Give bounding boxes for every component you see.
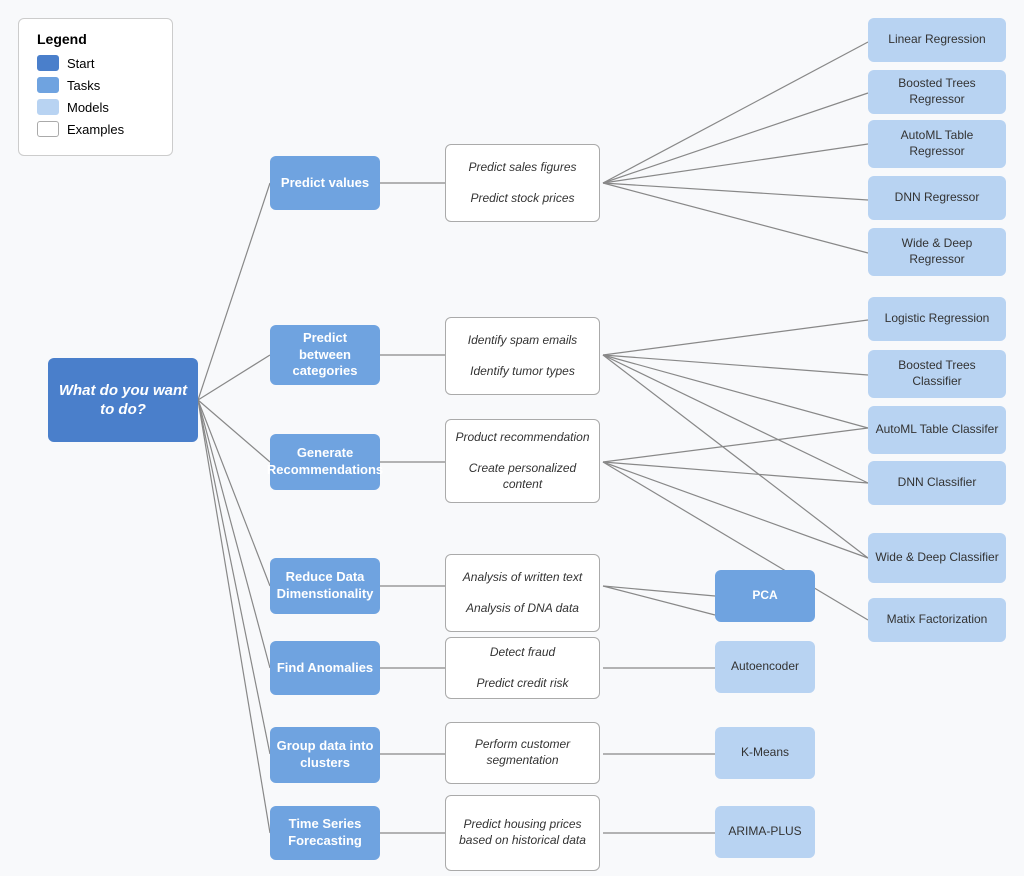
legend-color-tasks	[37, 77, 59, 93]
example-predict-sales: Predict sales figuresPredict stock price…	[445, 144, 600, 222]
model-matix-factorization[interactable]: Matix Factorization	[868, 598, 1006, 642]
legend-color-models	[37, 99, 59, 115]
example-housing: Predict housing prices based on historic…	[445, 795, 600, 871]
model-wide-deep-classifier[interactable]: Wide & Deep Classifier	[868, 533, 1006, 583]
legend-item-start: Start	[37, 55, 154, 71]
task-generate-recommendations[interactable]: Generate Recommendations	[270, 434, 380, 490]
model-automl-regressor[interactable]: AutoML Table Regressor	[868, 120, 1006, 168]
legend-label-examples: Examples	[67, 122, 124, 137]
model-boosted-trees-classifier[interactable]: Boosted Trees Classifier	[868, 350, 1006, 398]
model-arima[interactable]: ARIMA-PLUS	[715, 806, 815, 858]
model-dnn-classifier[interactable]: DNN Classifier	[868, 461, 1006, 505]
model-dnn-regressor[interactable]: DNN Regressor	[868, 176, 1006, 220]
diagram: Legend Start Tasks Models Examples What …	[0, 0, 1024, 876]
legend-label-tasks: Tasks	[67, 78, 100, 93]
task-predict-values[interactable]: Predict values	[270, 156, 380, 210]
legend-color-start	[37, 55, 59, 71]
example-recommendation: Product recommendationCreate personalize…	[445, 419, 600, 503]
model-automl-classifier[interactable]: AutoML Table Classifer	[868, 406, 1006, 454]
task-time-series[interactable]: Time Series Forecasting	[270, 806, 380, 860]
example-segmentation: Perform customer segmentation	[445, 722, 600, 784]
task-find-anomalies[interactable]: Find Anomalies	[270, 641, 380, 695]
example-analysis: Analysis of written textAnalysis of DNA …	[445, 554, 600, 632]
task-reduce-data[interactable]: Reduce Data Dimenstionality	[270, 558, 380, 614]
model-wide-deep-regressor[interactable]: Wide & Deep Regressor	[868, 228, 1006, 276]
start-node[interactable]: What do you want to do?	[48, 358, 198, 442]
legend-title: Legend	[37, 31, 154, 47]
model-boosted-trees-regressor[interactable]: Boosted Trees Regressor	[868, 70, 1006, 114]
model-autoencoder[interactable]: Autoencoder	[715, 641, 815, 693]
example-fraud: Detect fraudPredict credit risk	[445, 637, 600, 699]
legend-item-tasks: Tasks	[37, 77, 154, 93]
model-linear-regression[interactable]: Linear Regression	[868, 18, 1006, 62]
model-logistic-regression[interactable]: Logistic Regression	[868, 297, 1006, 341]
legend-item-examples: Examples	[37, 121, 154, 137]
start-label: What do you want to do?	[58, 381, 188, 420]
legend-item-models: Models	[37, 99, 154, 115]
model-kmeans[interactable]: K-Means	[715, 727, 815, 779]
legend-color-examples	[37, 121, 59, 137]
example-identify: Identify spam emailsIdentify tumor types	[445, 317, 600, 395]
model-pca[interactable]: PCA	[715, 570, 815, 622]
legend-label-start: Start	[67, 56, 94, 71]
legend: Legend Start Tasks Models Examples	[18, 18, 173, 156]
task-predict-categories[interactable]: Predict between categories	[270, 325, 380, 385]
legend-label-models: Models	[67, 100, 109, 115]
task-group-clusters[interactable]: Group data into clusters	[270, 727, 380, 783]
